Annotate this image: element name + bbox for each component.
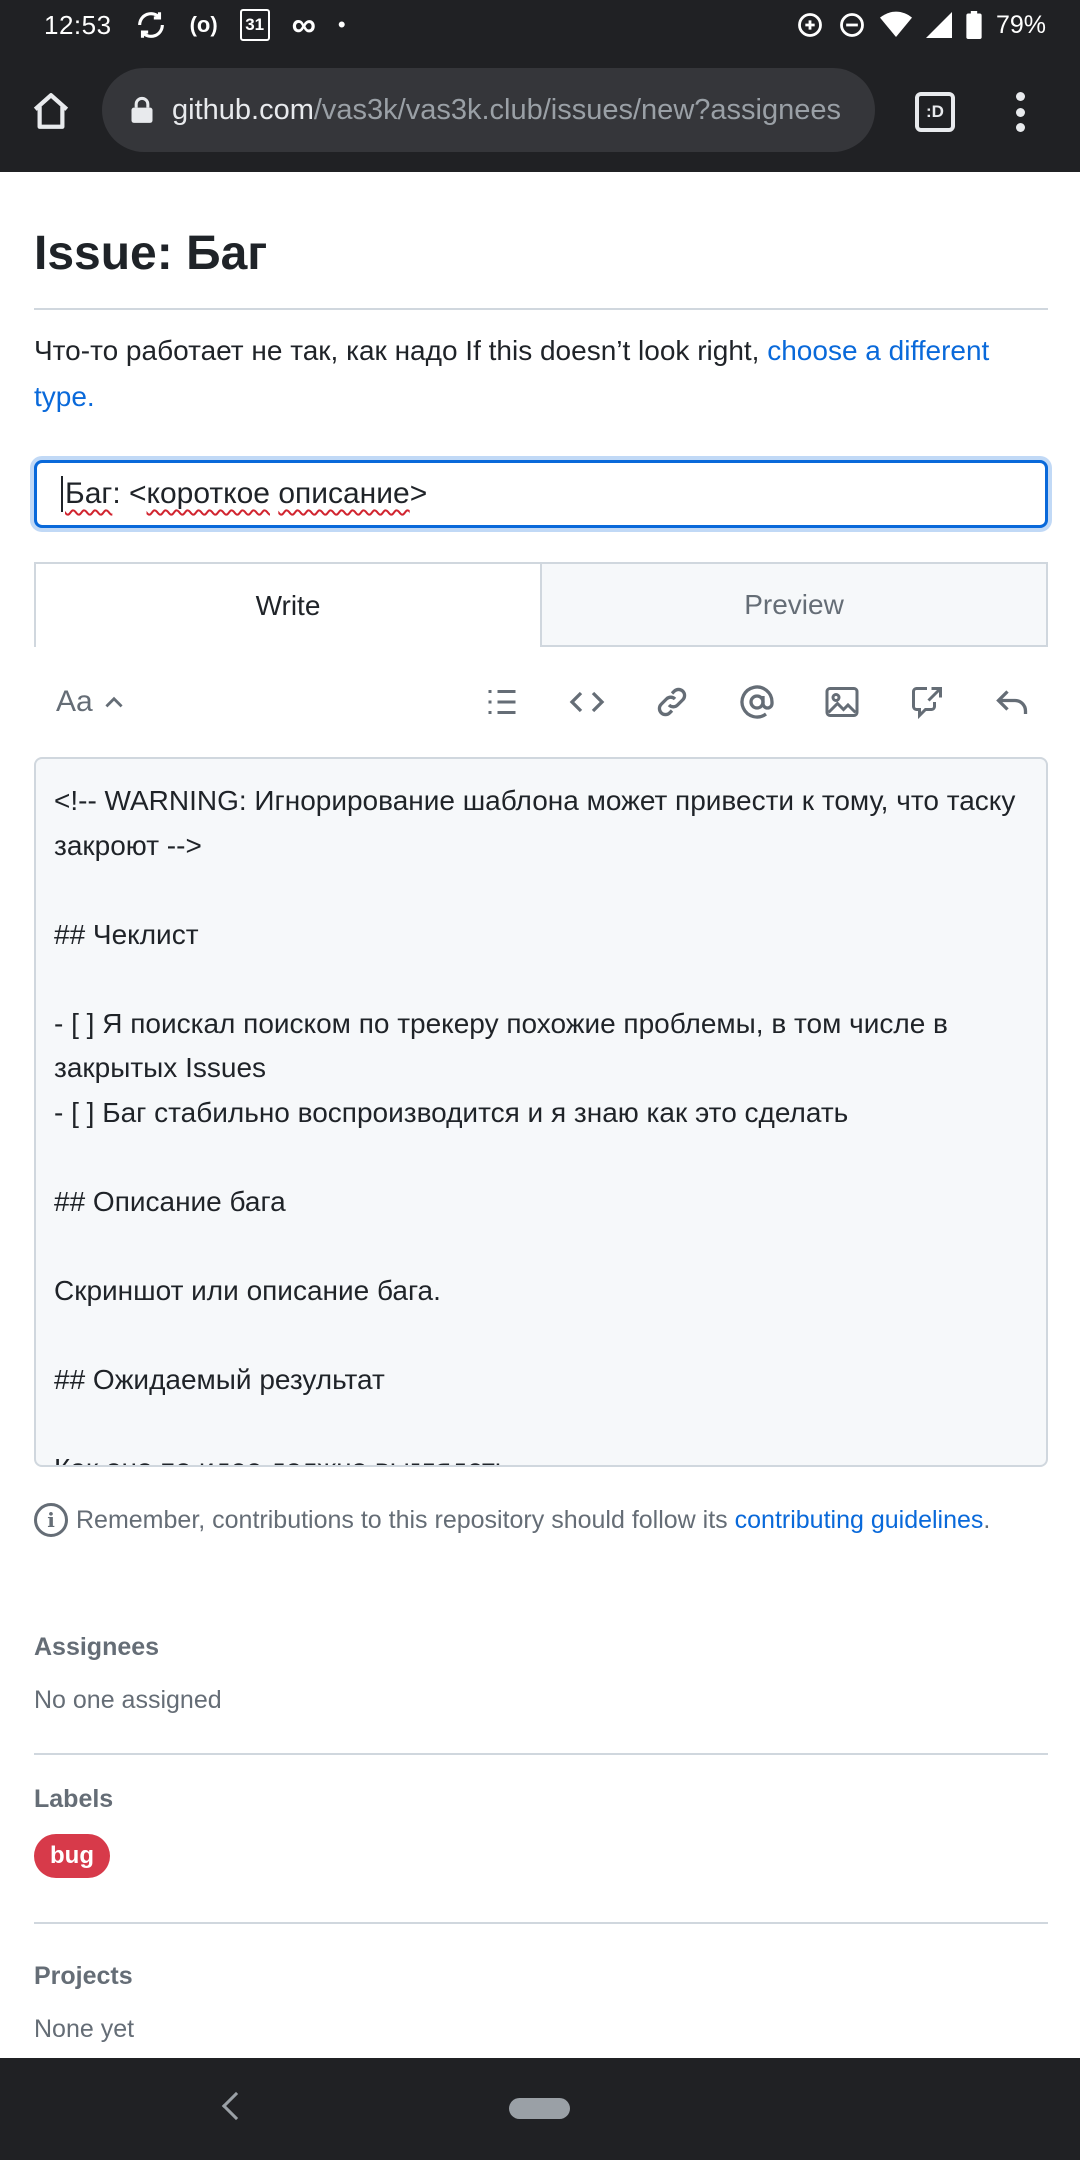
url-bar[interactable]: github.com/vas3k/vas3k.club/issues/new?a… [102,68,875,152]
menu-dot [1015,107,1025,117]
home-icon [33,93,69,129]
image-icon [825,687,859,717]
assignees-value: No one assigned [34,1686,222,1714]
code-icon [569,691,605,713]
infinity-icon: ∞ [291,5,316,44]
text-caret [61,476,63,512]
battery-percent: 79% [995,10,1046,39]
issue-form: Issue: Баг Что-то работает не так, как н… [34,172,1048,2044]
data-saver-icon [796,11,824,39]
radio-icon: (o) [189,12,218,37]
projects-heading[interactable]: Projects [34,1962,1048,1991]
assignees-heading[interactable]: Assignees [34,1633,1048,1662]
contributing-guidelines-link[interactable]: contributing guidelines [735,1506,984,1534]
labels-section: Labels bug [34,1785,1048,1924]
mention-button[interactable] [731,676,783,728]
tab-switcher-button[interactable]: :D [915,92,955,132]
dot-icon: • [337,12,346,37]
markdown-toolbar: Aa [34,647,1048,757]
assignees-section: Assignees No one assigned [34,1633,1048,1755]
cross-reference-icon [912,687,942,720]
link-icon [657,687,687,717]
calendar-icon: 31 [239,9,270,41]
browser-menu-button[interactable] [1000,88,1040,136]
home-button[interactable] [0,50,102,172]
menu-dot [1015,123,1025,132]
page-title: Issue: Баг [34,230,1048,310]
tab-write[interactable]: Write [34,562,542,647]
template-description: Что-то работает не так, как надо If this… [34,335,990,412]
battery-icon [966,11,982,39]
clock: 12:53 [44,9,112,40]
editor-tabs: Write Preview [34,562,1048,647]
sync-icon [134,8,168,42]
reply-icon [996,690,1028,714]
info-icon: i [34,1503,68,1537]
reply-button[interactable] [986,676,1038,728]
cell-signal-icon [925,11,952,39]
tab-preview[interactable]: Preview [542,562,1048,647]
list-icon [488,690,516,714]
status-bar: 12:53 (o) 31 ∞ • 79% [0,0,1080,50]
text-format-toggle[interactable]: Aa [56,685,127,719]
browser-toolbar: github.com/vas3k/vas3k.club/issues/new?a… [0,50,1080,172]
issue-title-input[interactable]: Баг: < короткое описание > [34,460,1048,528]
bug-label: bug [34,1834,110,1878]
contributing-note: i Remember, contributions to this reposi… [34,1503,1048,1537]
projects-value: None yet [34,2015,135,2043]
labels-heading[interactable]: Labels [34,1785,1048,1814]
home-pill-icon[interactable] [509,2098,570,2119]
do-not-disturb-icon [838,11,866,39]
reference-button[interactable] [901,676,953,728]
projects-section: Projects None yet [34,1962,1048,2044]
image-button[interactable] [816,676,868,728]
code-button[interactable] [561,676,613,728]
menu-dot [1015,92,1025,101]
wifi-icon [879,11,912,39]
issue-body-textarea[interactable]: <!-- WARNING: Игнорирование шаблона може… [34,757,1048,1467]
link-button[interactable] [646,676,698,728]
lock-icon [131,96,153,123]
url-text: github.com/vas3k/vas3k.club/issues/new?a… [172,93,841,126]
ordered-list-button[interactable] [476,676,528,728]
at-icon [740,685,774,719]
back-icon[interactable] [221,2091,251,2121]
chevron-up-icon [105,696,123,708]
navigation-bar [0,2058,1080,2160]
